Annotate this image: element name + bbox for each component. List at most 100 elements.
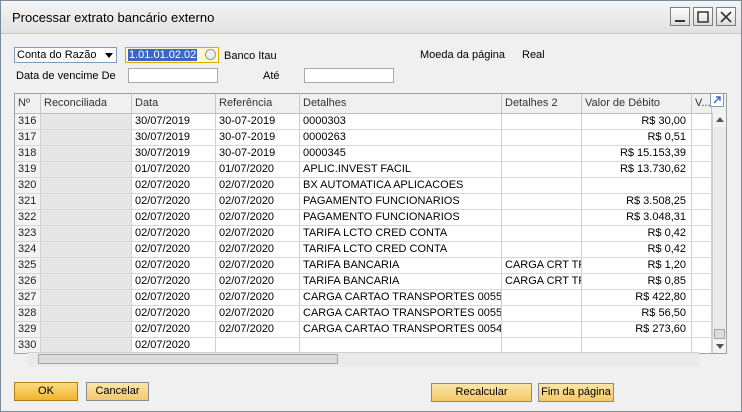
table-row[interactable]: 318 30/07/2019 30-07-2019 0000345 R$ 15.153,… [15, 146, 712, 162]
minimize-button[interactable] [670, 7, 690, 26]
scroll-up-icon[interactable] [713, 113, 726, 127]
reconciled-cell[interactable] [41, 146, 132, 161]
date-cell[interactable]: 02/07/2020 [132, 178, 216, 193]
debit-cell[interactable]: R$ 1,20 [582, 258, 692, 273]
debit-cell[interactable] [582, 338, 692, 353]
reference-cell[interactable]: 02/07/2020 [216, 226, 300, 241]
extra-cell[interactable] [692, 146, 712, 161]
reference-cell[interactable]: 01/07/2020 [216, 162, 300, 177]
date-cell[interactable]: 02/07/2020 [132, 226, 216, 241]
debit-cell[interactable]: R$ 0,42 [582, 226, 692, 241]
debit-cell[interactable]: R$ 13.730,62 [582, 162, 692, 177]
reconciled-cell[interactable] [41, 242, 132, 257]
row-number[interactable]: 330 [15, 338, 41, 353]
row-number[interactable]: 322 [15, 210, 41, 225]
debit-cell[interactable]: R$ 273,60 [582, 322, 692, 337]
debit-cell[interactable]: R$ 0,85 [582, 274, 692, 289]
extra-cell[interactable] [692, 210, 712, 225]
row-number[interactable]: 323 [15, 226, 41, 241]
horizontal-scrollbar[interactable] [27, 352, 699, 366]
extra-cell[interactable] [692, 226, 712, 241]
details2-cell[interactable] [502, 242, 582, 257]
row-number[interactable]: 325 [15, 258, 41, 273]
debit-cell[interactable]: R$ 3.508,25 [582, 194, 692, 209]
reference-cell[interactable]: 30-07-2019 [216, 146, 300, 161]
date-cell[interactable]: 02/07/2020 [132, 194, 216, 209]
table-row[interactable]: 326 02/07/2020 02/07/2020 TARIFA BANCARIA CA… [15, 274, 712, 290]
reconciled-cell[interactable] [41, 338, 132, 353]
col-header-number[interactable]: Nº [15, 94, 41, 113]
col-header-date[interactable]: Data [132, 94, 216, 113]
table-row[interactable]: 316 30/07/2019 30-07-2019 0000303 R$ 30,00 [15, 114, 712, 130]
date-cell[interactable]: 02/07/2020 [132, 242, 216, 257]
horizontal-scroll-thumb[interactable] [38, 354, 338, 364]
col-header-debit[interactable]: Valor de Débito [582, 94, 692, 113]
extra-cell[interactable] [692, 322, 712, 337]
extra-cell[interactable] [692, 114, 712, 129]
scroll-down-icon[interactable] [713, 339, 726, 353]
reconciled-cell[interactable] [41, 162, 132, 177]
extra-cell[interactable] [692, 162, 712, 177]
close-button[interactable] [716, 7, 736, 26]
reconciled-cell[interactable] [41, 258, 132, 273]
col-header-details[interactable]: Detalhes [300, 94, 502, 113]
scroll-thumb[interactable] [714, 329, 725, 339]
row-number[interactable]: 317 [15, 130, 41, 145]
date-cell[interactable]: 30/07/2019 [132, 130, 216, 145]
details2-cell[interactable] [502, 226, 582, 241]
details-cell[interactable]: PAGAMENTO FUNCIONARIOS [300, 210, 502, 225]
reference-cell[interactable]: 02/07/2020 [216, 194, 300, 209]
debit-cell[interactable]: R$ 15.153,39 [582, 146, 692, 161]
details2-cell[interactable] [502, 210, 582, 225]
reference-cell[interactable]: 02/07/2020 [216, 290, 300, 305]
details-cell[interactable]: PAGAMENTO FUNCIONARIOS [300, 194, 502, 209]
details-cell[interactable]: TARIFA BANCARIA [300, 274, 502, 289]
extra-cell[interactable] [692, 306, 712, 321]
details2-cell[interactable] [502, 322, 582, 337]
table-row[interactable]: 321 02/07/2020 02/07/2020 PAGAMENTO FUNCION… [15, 194, 712, 210]
row-number[interactable]: 328 [15, 306, 41, 321]
due-date-to-input[interactable] [304, 68, 394, 83]
reference-cell[interactable]: 02/07/2020 [216, 242, 300, 257]
reference-cell[interactable]: 02/07/2020 [216, 274, 300, 289]
row-number[interactable]: 329 [15, 322, 41, 337]
details2-cell[interactable] [502, 146, 582, 161]
date-cell[interactable]: 02/07/2020 [132, 290, 216, 305]
details-cell[interactable]: TARIFA LCTO CRED CONTA [300, 226, 502, 241]
col-header-more[interactable]: V... [692, 94, 712, 113]
table-row[interactable]: 322 02/07/2020 02/07/2020 PAGAMENTO FUNCION… [15, 210, 712, 226]
date-cell[interactable]: 02/07/2020 [132, 210, 216, 225]
reference-cell[interactable] [216, 338, 300, 353]
table-row[interactable]: 324 02/07/2020 02/07/2020 TARIFA LCTO CRED … [15, 242, 712, 258]
reconciled-cell[interactable] [41, 194, 132, 209]
details2-cell[interactable] [502, 290, 582, 305]
due-date-from-input[interactable] [128, 68, 218, 83]
reconciled-cell[interactable] [41, 274, 132, 289]
date-cell[interactable]: 30/07/2019 [132, 146, 216, 161]
extra-cell[interactable] [692, 258, 712, 273]
row-number[interactable]: 318 [15, 146, 41, 161]
reconciled-cell[interactable] [41, 322, 132, 337]
table-row[interactable]: 328 02/07/2020 02/07/2020 CARGA CARTAO TRAN… [15, 306, 712, 322]
details2-cell[interactable] [502, 162, 582, 177]
details-cell[interactable]: CARGA CARTAO TRANSPORTES 00556496 [300, 306, 502, 321]
reference-cell[interactable]: 30-07-2019 [216, 114, 300, 129]
details-cell[interactable]: TARIFA BANCARIA [300, 258, 502, 273]
account-type-select[interactable]: Conta do Razão [14, 47, 117, 63]
extra-cell[interactable] [692, 274, 712, 289]
reconciled-cell[interactable] [41, 226, 132, 241]
extra-cell[interactable] [692, 194, 712, 209]
details-cell[interactable]: CARGA CARTAO TRANSPORTES 00557307 [300, 290, 502, 305]
details-cell[interactable]: TARIFA LCTO CRED CONTA [300, 242, 502, 257]
table-row[interactable]: 325 02/07/2020 02/07/2020 TARIFA BANCARIA CA… [15, 258, 712, 274]
reference-cell[interactable]: 30-07-2019 [216, 130, 300, 145]
debit-cell[interactable]: R$ 422,80 [582, 290, 692, 305]
dropdown-arrow-icon[interactable] [102, 48, 116, 62]
details-cell[interactable]: APLIC.INVEST FACIL [300, 162, 502, 177]
reconciled-cell[interactable] [41, 114, 132, 129]
details2-cell[interactable]: CARGA CRT TRA [502, 274, 582, 289]
details-cell[interactable] [300, 338, 502, 353]
extra-cell[interactable] [692, 130, 712, 145]
row-number[interactable]: 316 [15, 114, 41, 129]
row-number[interactable]: 327 [15, 290, 41, 305]
